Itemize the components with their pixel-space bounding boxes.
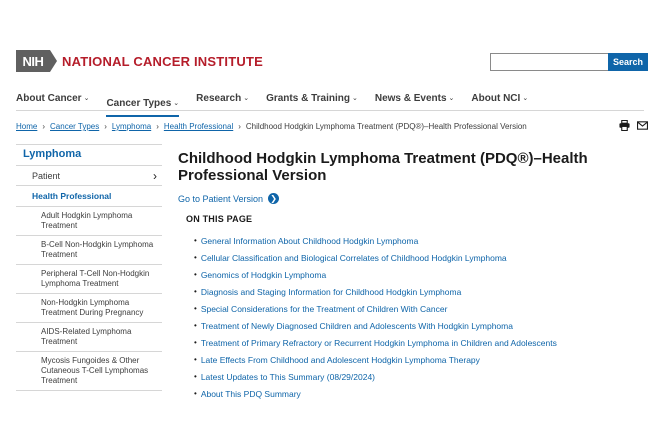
- toc-link[interactable]: About This PDQ Summary: [201, 389, 301, 399]
- bullet-icon: •: [194, 355, 197, 364]
- nav-divider: [16, 110, 644, 111]
- nci-logo-text: NATIONAL CANCER INSTITUTE: [62, 53, 263, 69]
- sidebar-subitem[interactable]: AIDS-Related Lymphoma Treatment: [16, 323, 162, 352]
- table-of-contents: • General Information About Childhood Hod…: [194, 232, 628, 402]
- bullet-icon: •: [194, 236, 197, 245]
- toc-link[interactable]: Cellular Classification and Biological C…: [201, 253, 507, 263]
- sidebar-item-health-professional[interactable]: Health Professional: [16, 186, 162, 207]
- toc-link[interactable]: General Information About Childhood Hodg…: [201, 236, 419, 246]
- chevron-down-icon: ⌄: [351, 95, 358, 102]
- bullet-icon: •: [194, 304, 197, 313]
- bullet-icon: •: [194, 389, 197, 398]
- toc-item[interactable]: • About This PDQ Summary: [194, 385, 628, 402]
- toc-link[interactable]: Treatment of Primary Refractory or Recur…: [201, 338, 557, 348]
- nav-about-nci[interactable]: About NCI ⌄: [471, 91, 528, 105]
- breadcrumb-lymphoma[interactable]: Lymphoma: [112, 122, 151, 131]
- bullet-icon: •: [194, 253, 197, 262]
- nav-about-cancer[interactable]: About Cancer ⌄: [16, 91, 89, 105]
- breadcrumb-separator: ›: [42, 122, 46, 131]
- breadcrumb-current: Childhood Hodgkin Lymphoma Treatment (PD…: [245, 122, 527, 131]
- breadcrumb-home[interactable]: Home: [16, 122, 37, 131]
- site-search: Search: [490, 53, 648, 71]
- chevron-down-icon: ⌄: [448, 95, 455, 102]
- toc-item[interactable]: • Special Considerations for the Treatmen…: [194, 300, 628, 317]
- nav-label: About Cancer: [16, 92, 82, 104]
- bullet-icon: •: [194, 321, 197, 330]
- nav-research[interactable]: Research ⌄: [196, 91, 249, 105]
- main-content: Childhood Hodgkin Lymphoma Treatment (PD…: [178, 150, 628, 402]
- nih-logo-mark: NIH: [16, 50, 57, 72]
- section-sidebar: Lymphoma Patient › Health Professional A…: [16, 144, 162, 391]
- nav-label: Grants & Training: [266, 92, 350, 104]
- arrow-right-circle-icon: ❯: [268, 193, 280, 204]
- toc-item[interactable]: • Genomics of Hodgkin Lymphoma: [194, 266, 628, 283]
- bullet-icon: •: [194, 287, 197, 296]
- toc-link[interactable]: Genomics of Hodgkin Lymphoma: [201, 270, 326, 280]
- on-this-page-heading: ON THIS PAGE: [186, 214, 253, 224]
- breadcrumb-health-professional[interactable]: Health Professional: [164, 122, 233, 131]
- sidebar-heading[interactable]: Lymphoma: [16, 144, 162, 166]
- breadcrumb-separator: ›: [238, 122, 241, 131]
- toc-item[interactable]: • Treatment of Newly Diagnosed Children a…: [194, 317, 628, 334]
- nav-label: Research: [196, 92, 242, 104]
- nci-logo[interactable]: NIH NATIONAL CANCER INSTITUTE: [16, 50, 263, 72]
- toc-item[interactable]: • Late Effects From Childhood and Adolesc…: [194, 351, 628, 368]
- toc-link[interactable]: Diagnosis and Staging Information for Ch…: [201, 287, 462, 297]
- sidebar-item-patient[interactable]: Patient ›: [16, 166, 162, 186]
- chevron-down-icon: ⌄: [522, 95, 529, 102]
- bullet-icon: •: [194, 372, 197, 381]
- toc-item[interactable]: • General Information About Childhood Hod…: [194, 232, 628, 249]
- patient-version-label: Go to Patient Version: [178, 193, 264, 204]
- patient-version-link[interactable]: Go to Patient Version ❯: [178, 193, 628, 204]
- breadcrumb-separator: ›: [156, 122, 159, 131]
- main-nav: About Cancer ⌄ Cancer Types ⌄ Research ⌄ Gr…: [16, 91, 545, 117]
- page-title-line1: Childhood Hodgkin Lymphoma Treatment (PD…: [178, 150, 588, 167]
- chevron-down-icon: ⌄: [83, 95, 90, 102]
- bullet-icon: •: [194, 338, 197, 347]
- page-title-line2: Professional Version: [178, 167, 327, 184]
- nav-news-events[interactable]: News & Events ⌄: [375, 91, 455, 105]
- sidebar-subitem[interactable]: Adult Hodgkin Lymphoma Treatment: [16, 207, 162, 236]
- sidebar-item-label: Patient: [32, 170, 61, 181]
- search-input[interactable]: [490, 53, 608, 71]
- toc-link[interactable]: Late Effects From Childhood and Adolesce…: [201, 355, 480, 365]
- nav-label: Cancer Types: [106, 97, 172, 109]
- chevron-down-icon: ⌄: [173, 100, 180, 107]
- toc-item[interactable]: • Diagnosis and Staging Information for C…: [194, 283, 628, 300]
- nav-label: About NCI: [471, 92, 521, 104]
- toc-item[interactable]: • Cellular Classification and Biological …: [194, 249, 628, 266]
- toc-link[interactable]: Treatment of Newly Diagnosed Children an…: [201, 321, 513, 331]
- sidebar-subitem[interactable]: B-Cell Non-Hodgkin Lymphoma Treatment: [16, 236, 162, 265]
- chevron-down-icon: ⌄: [243, 95, 250, 102]
- sidebar-subitem[interactable]: Mycosis Fungoides & Other Cutaneous T-Ce…: [16, 352, 162, 391]
- breadcrumb: Home › Cancer Types › Lymphoma › Health …: [16, 122, 527, 131]
- page-title: Childhood Hodgkin Lymphoma Treatment (PD…: [178, 150, 628, 184]
- toc-link[interactable]: Latest Updates to This Summary (08/29/20…: [201, 372, 375, 382]
- search-button[interactable]: Search: [608, 53, 648, 71]
- nav-cancer-types[interactable]: Cancer Types ⌄: [106, 97, 180, 117]
- email-icon[interactable]: [637, 120, 648, 131]
- print-icon[interactable]: [619, 120, 630, 131]
- sidebar-subitem[interactable]: Non-Hodgkin Lymphoma Treatment During Pr…: [16, 294, 162, 323]
- bullet-icon: •: [194, 270, 197, 279]
- toc-item[interactable]: • Treatment of Primary Refractory or Recu…: [194, 334, 628, 351]
- toc-item[interactable]: • Latest Updates to This Summary (08/29/2…: [194, 368, 628, 385]
- breadcrumb-cancer-types[interactable]: Cancer Types: [50, 122, 99, 131]
- toc-link[interactable]: Special Considerations for the Treatment…: [201, 304, 448, 314]
- nav-label: News & Events: [374, 92, 447, 104]
- chevron-right-icon: ›: [153, 168, 157, 183]
- sidebar-subitem[interactable]: Peripheral T-Cell Non-Hodgkin Lymphoma T…: [16, 265, 162, 294]
- page-tools: [619, 120, 648, 131]
- breadcrumb-separator: ›: [104, 122, 107, 131]
- nav-grants-training[interactable]: Grants & Training ⌄: [266, 91, 358, 105]
